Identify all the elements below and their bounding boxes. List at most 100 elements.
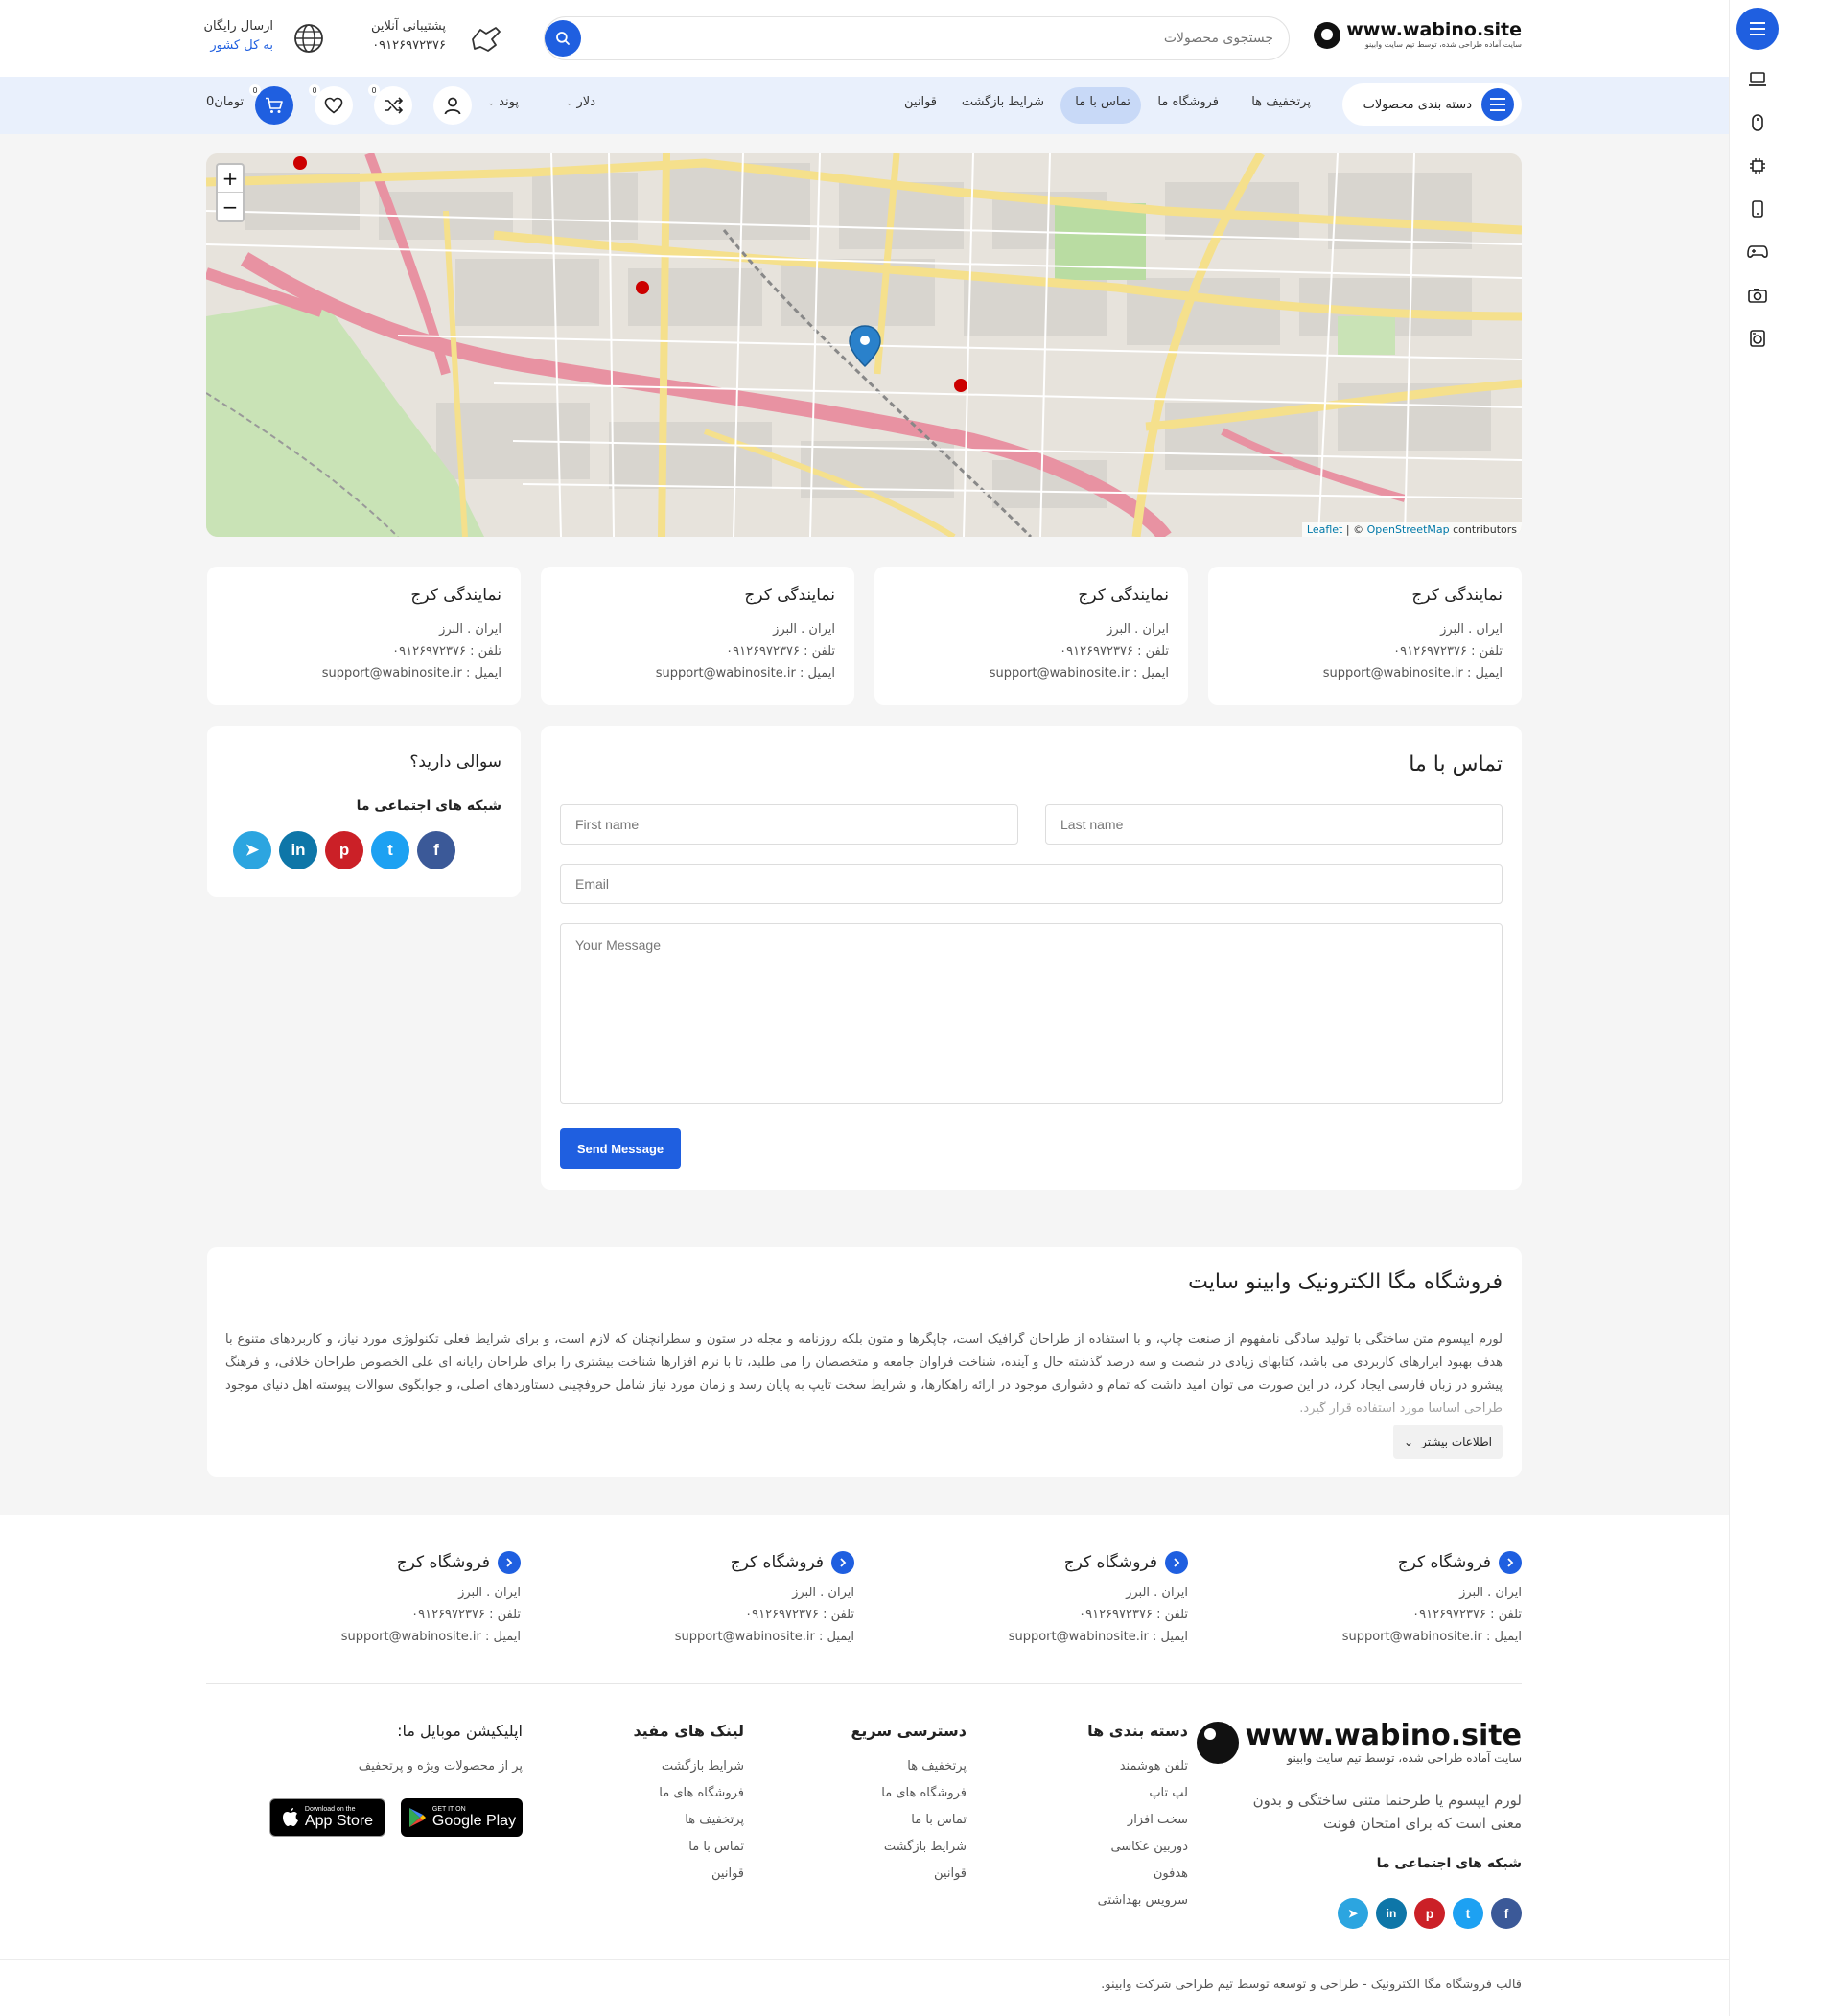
message-placeholder: Your Message: [575, 938, 661, 953]
categories-button[interactable]: دسته بندی محصولات: [1342, 83, 1522, 126]
last-name-field[interactable]: Last name: [1045, 804, 1503, 845]
footer-brand-desc: لورم ایپسوم یا طرحنما متنی ساختگی و بدون…: [1252, 1792, 1522, 1832]
footer-quick-links: دسترسی سریع پرتخفیف ها فروشگاه های ما تم…: [851, 1722, 967, 1888]
telegram-icon[interactable]: ➤: [233, 831, 271, 869]
rep-card: نمایندگی کرج ایران . البرز تلفن : ۰۹۱۲۶۹…: [1208, 567, 1522, 705]
facebook-icon[interactable]: f: [1491, 1898, 1522, 1929]
footer-app-title: اپلیکیشن موبایل ما:: [397, 1722, 523, 1740]
footer-store-email: ایمیل : support@wabinosite.ir: [674, 1630, 854, 1644]
map-zoom-in-button[interactable]: +: [218, 165, 243, 193]
google-play-badge[interactable]: GET IT ON Google Play: [401, 1798, 523, 1837]
osm-link[interactable]: OpenStreetMap: [1367, 523, 1450, 536]
footer-link[interactable]: سخت افزار: [1087, 1807, 1188, 1834]
rep-location: ایران . البرز: [439, 622, 501, 637]
map-tiles: [206, 153, 1522, 537]
nav-link-rules[interactable]: قوانین: [904, 95, 937, 109]
search-button[interactable]: [545, 20, 581, 57]
nav-link-discounts[interactable]: پرتخفیف ها: [1251, 95, 1311, 109]
shuffle-icon: [385, 97, 403, 114]
footer-link[interactable]: پرتخفیف ها: [633, 1807, 744, 1834]
footer-link[interactable]: شرایط بازگشت: [851, 1834, 967, 1861]
footer-logo[interactable]: www.wabino.site سایت آماده طراحی شده، تو…: [1197, 1722, 1522, 1764]
chevron-right-icon: [831, 1551, 854, 1574]
rep-email: ایمیل : support@wabinosite.ir: [1322, 666, 1503, 681]
gamepad-icon[interactable]: [1745, 240, 1770, 265]
currency-select[interactable]: دلار ⌄: [566, 95, 595, 109]
footer-link[interactable]: تماس با ما: [851, 1807, 967, 1834]
footer-categories: دسته بندی ها تلفن هوشمند لپ تاپ سخت افزا…: [1087, 1722, 1188, 1914]
send-message-button[interactable]: Send Message: [560, 1128, 681, 1169]
washing-machine-icon[interactable]: [1745, 326, 1770, 351]
message-field[interactable]: Your Message: [560, 923, 1503, 1104]
map-zoom-out-button[interactable]: −: [218, 193, 243, 220]
cart-icon: [266, 97, 283, 113]
pinterest-icon[interactable]: p: [1414, 1898, 1445, 1929]
linkedin-icon[interactable]: in: [1376, 1898, 1407, 1929]
footer-link[interactable]: دوربین عکاسی: [1087, 1834, 1188, 1861]
form-title: تماس با ما: [1409, 753, 1503, 776]
first-name-field[interactable]: First name: [560, 804, 1018, 845]
leaflet-link[interactable]: Leaflet: [1307, 523, 1342, 536]
footer-store-location: ایران . البرز: [792, 1586, 854, 1600]
footer-link[interactable]: هدفون: [1087, 1861, 1188, 1888]
categories-label: دسته بندی محصولات: [1363, 97, 1472, 112]
nav-link-contact[interactable]: تماس با ما: [1075, 95, 1130, 109]
map-attribution: Leaflet | © OpenStreetMap contributors: [1301, 522, 1522, 537]
footer-store-email: ایمیل : support@wabinosite.ir: [340, 1630, 521, 1644]
telegram-icon[interactable]: ➤: [1338, 1898, 1368, 1929]
app-store-label: App Store: [304, 1813, 374, 1829]
rep-phone: تلفن : ۰۹۱۲۶۹۷۲۳۷۶: [1393, 644, 1503, 659]
cart-button[interactable]: [255, 86, 293, 125]
page: www.wabino.site سایت آماده طراحی شده، تو…: [0, 0, 1729, 2016]
footer-logo-tagline: سایت آماده طراحی شده، توسط تیم سایت وابی…: [1287, 1751, 1522, 1765]
question-social-list: f t p in ➤: [233, 831, 455, 869]
location-map[interactable]: + − Leaflet | © OpenStreetMap contributo…: [206, 153, 1522, 537]
footer-link[interactable]: لپ تاپ: [1087, 1780, 1188, 1807]
linkedin-icon[interactable]: in: [279, 831, 317, 869]
footer-store-phone: تلفن : ۰۹۱۲۶۹۷۲۳۷۶: [1079, 1608, 1188, 1622]
cart-badge: 0: [249, 84, 261, 96]
site-logo[interactable]: www.wabino.site سایت آماده طراحی شده، تو…: [1314, 21, 1522, 49]
chevron-right-icon: [498, 1551, 521, 1574]
camera-icon[interactable]: [1745, 283, 1770, 308]
nav-link-stores[interactable]: فروشگاه ما: [1157, 95, 1219, 109]
last-name-placeholder: Last name: [1060, 817, 1124, 832]
question-social-title: شبکه های اجتماعی ما: [356, 799, 501, 814]
footer-link[interactable]: شرایط بازگشت: [633, 1753, 744, 1780]
footer-link[interactable]: قوانین: [851, 1861, 967, 1888]
compare-button[interactable]: [374, 86, 412, 125]
cpu-icon[interactable]: [1745, 153, 1770, 178]
rep-phone: تلفن : ۰۹۱۲۶۹۷۲۳۷۶: [1060, 644, 1169, 659]
twitter-icon[interactable]: t: [371, 831, 409, 869]
app-store-badge[interactable]: Download on the App Store: [269, 1798, 385, 1837]
unit-select[interactable]: پوند ⌄: [488, 95, 519, 109]
footer-link[interactable]: تماس با ما: [633, 1834, 744, 1861]
mouse-icon[interactable]: [1745, 110, 1770, 135]
account-button[interactable]: [433, 86, 472, 125]
nav-link-returns[interactable]: شرایط بازگشت: [962, 95, 1044, 109]
header: www.wabino.site سایت آماده طراحی شده، تو…: [0, 0, 1729, 77]
rep-email: ایمیل : support@wabinosite.ir: [989, 666, 1169, 681]
footer-store-location: ایران . البرز: [1126, 1586, 1188, 1600]
footer-link[interactable]: فروشگاه های ما: [633, 1780, 744, 1807]
rail-menu-button[interactable]: [1736, 8, 1779, 50]
pinterest-icon[interactable]: p: [325, 831, 363, 869]
footer-store-email: ایمیل : support@wabinosite.ir: [1341, 1630, 1522, 1644]
logo-site: www.wabino.site: [1346, 19, 1522, 40]
email-field[interactable]: Email: [560, 864, 1503, 904]
more-info-button[interactable]: اطلاعات بیشتر ⌄: [1393, 1425, 1503, 1459]
footer-link[interactable]: پرتخفیف ها: [851, 1753, 967, 1780]
footer-link[interactable]: سرویس بهداشتی: [1087, 1888, 1188, 1914]
globe-icon: [290, 19, 328, 58]
footer-store: فروشگاه کرج ایران . البرز تلفن : ۰۹۱۲۶۹۷…: [1263, 1551, 1522, 1648]
facebook-icon[interactable]: f: [417, 831, 455, 869]
laptop-icon[interactable]: [1745, 67, 1770, 92]
twitter-icon[interactable]: t: [1453, 1898, 1483, 1929]
footer-link[interactable]: تلفن هوشمند: [1087, 1753, 1188, 1780]
footer-link[interactable]: قوانین: [633, 1861, 744, 1888]
first-name-placeholder: First name: [575, 817, 640, 832]
search-input[interactable]: [602, 28, 1273, 49]
wishlist-button[interactable]: [315, 86, 353, 125]
footer-link[interactable]: فروشگاه های ما: [851, 1780, 967, 1807]
smartphone-icon[interactable]: [1745, 197, 1770, 221]
